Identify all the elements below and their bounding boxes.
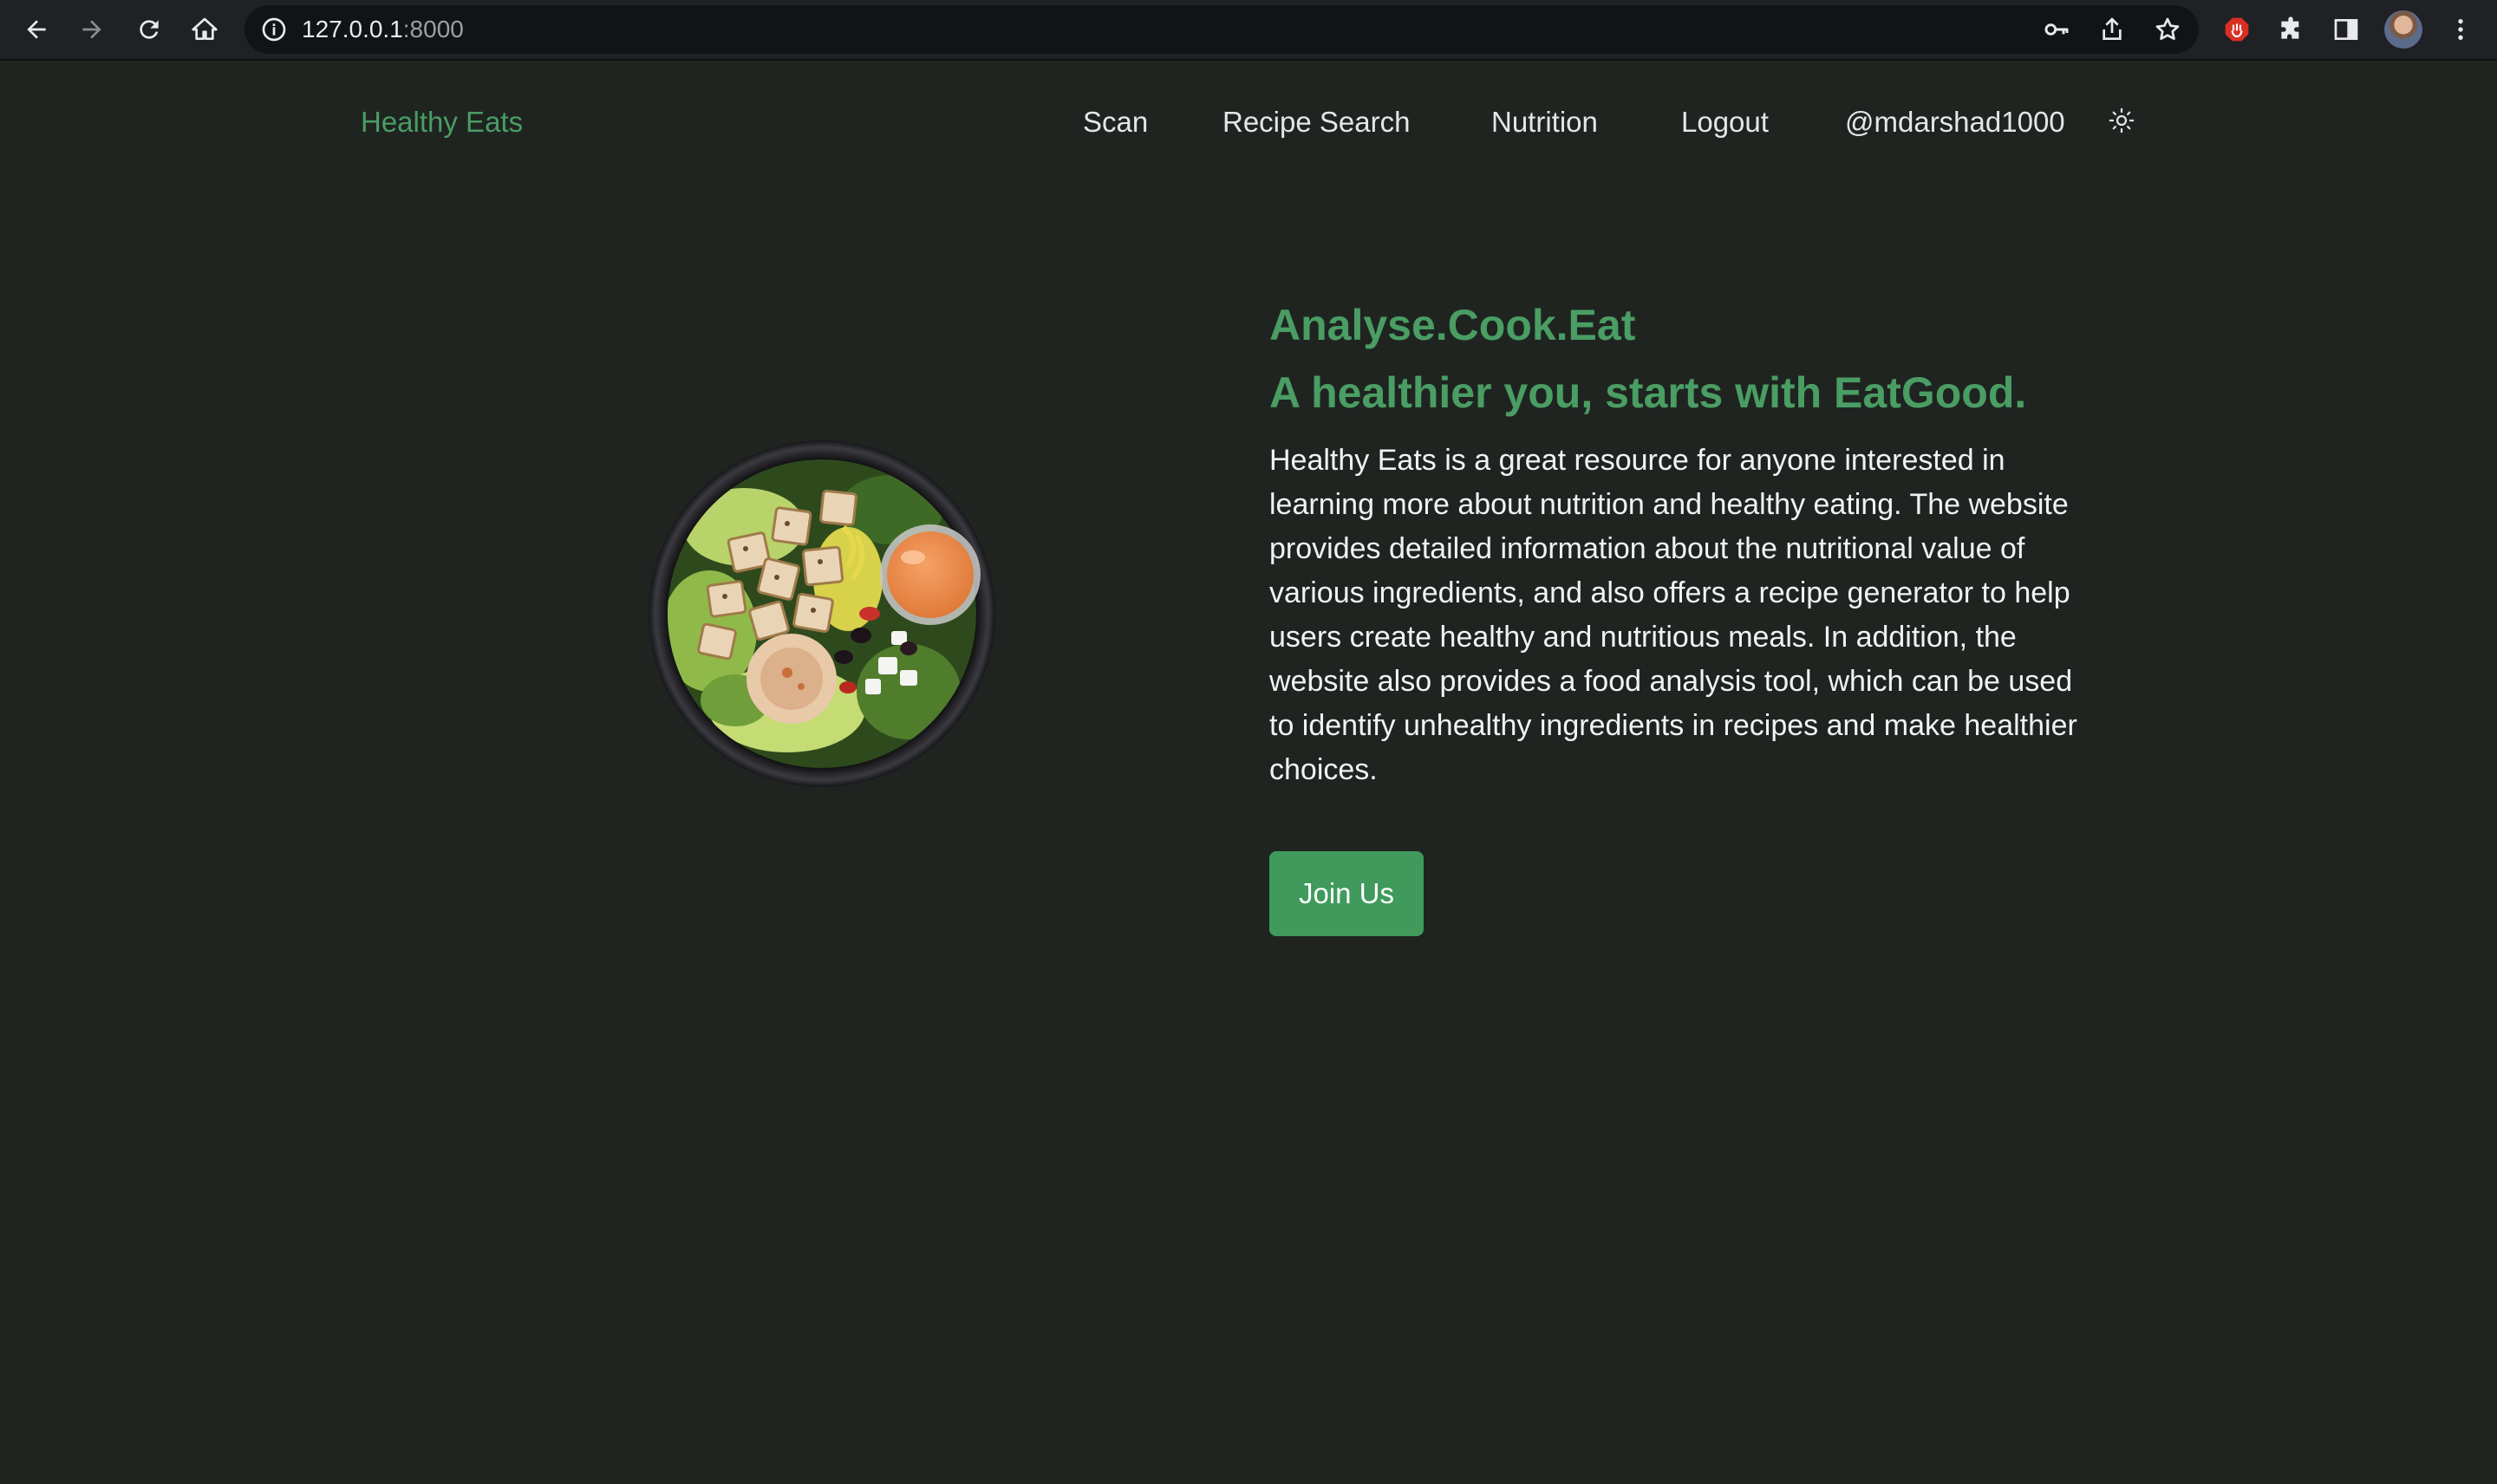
hero-title: Analyse.Cook.Eat (1269, 301, 1636, 349)
extensions-puzzle-icon[interactable] (2272, 10, 2310, 49)
home-icon[interactable] (186, 10, 224, 49)
nav-link-nutrition[interactable]: Nutrition (1491, 106, 1598, 139)
side-panel-icon[interactable] (2327, 10, 2365, 49)
address-bar[interactable]: 127.0.0.1:8000 (244, 5, 2199, 54)
url-port: :8000 (402, 16, 464, 42)
site-info-icon[interactable] (260, 16, 288, 43)
key-icon[interactable] (2043, 16, 2070, 43)
sun-icon[interactable] (2109, 107, 2135, 133)
bookmark-star-icon[interactable] (2154, 16, 2181, 43)
url-text: 127.0.0.1:8000 (302, 5, 464, 54)
back-icon[interactable] (17, 10, 55, 49)
browser-toolbar: 127.0.0.1:8000 (0, 0, 2497, 61)
salad-bowl-image (649, 440, 995, 787)
join-us-button[interactable]: Join Us (1269, 851, 1424, 936)
nav-link-scan[interactable]: Scan (1083, 106, 1148, 139)
brand-logo-link[interactable]: Healthy Eats (361, 106, 523, 139)
nav-link-logout[interactable]: Logout (1681, 106, 1769, 139)
adblock-extension-icon[interactable] (2218, 10, 2256, 49)
share-icon[interactable] (2098, 16, 2126, 43)
more-menu-icon[interactable] (2442, 10, 2480, 49)
nav-link-recipe-search[interactable]: Recipe Search (1222, 106, 1410, 139)
hero-description: Healthy Eats is a great resource for any… (1269, 444, 2077, 786)
url-host: 127.0.0.1 (302, 16, 403, 42)
profile-avatar[interactable] (2384, 10, 2422, 49)
forward-icon[interactable] (73, 10, 111, 49)
hero-subtitle: A healthier you, starts with EatGood. (1269, 368, 2027, 417)
nav-username[interactable]: @mdarshad1000 (1845, 106, 2065, 139)
reload-icon[interactable] (130, 10, 168, 49)
